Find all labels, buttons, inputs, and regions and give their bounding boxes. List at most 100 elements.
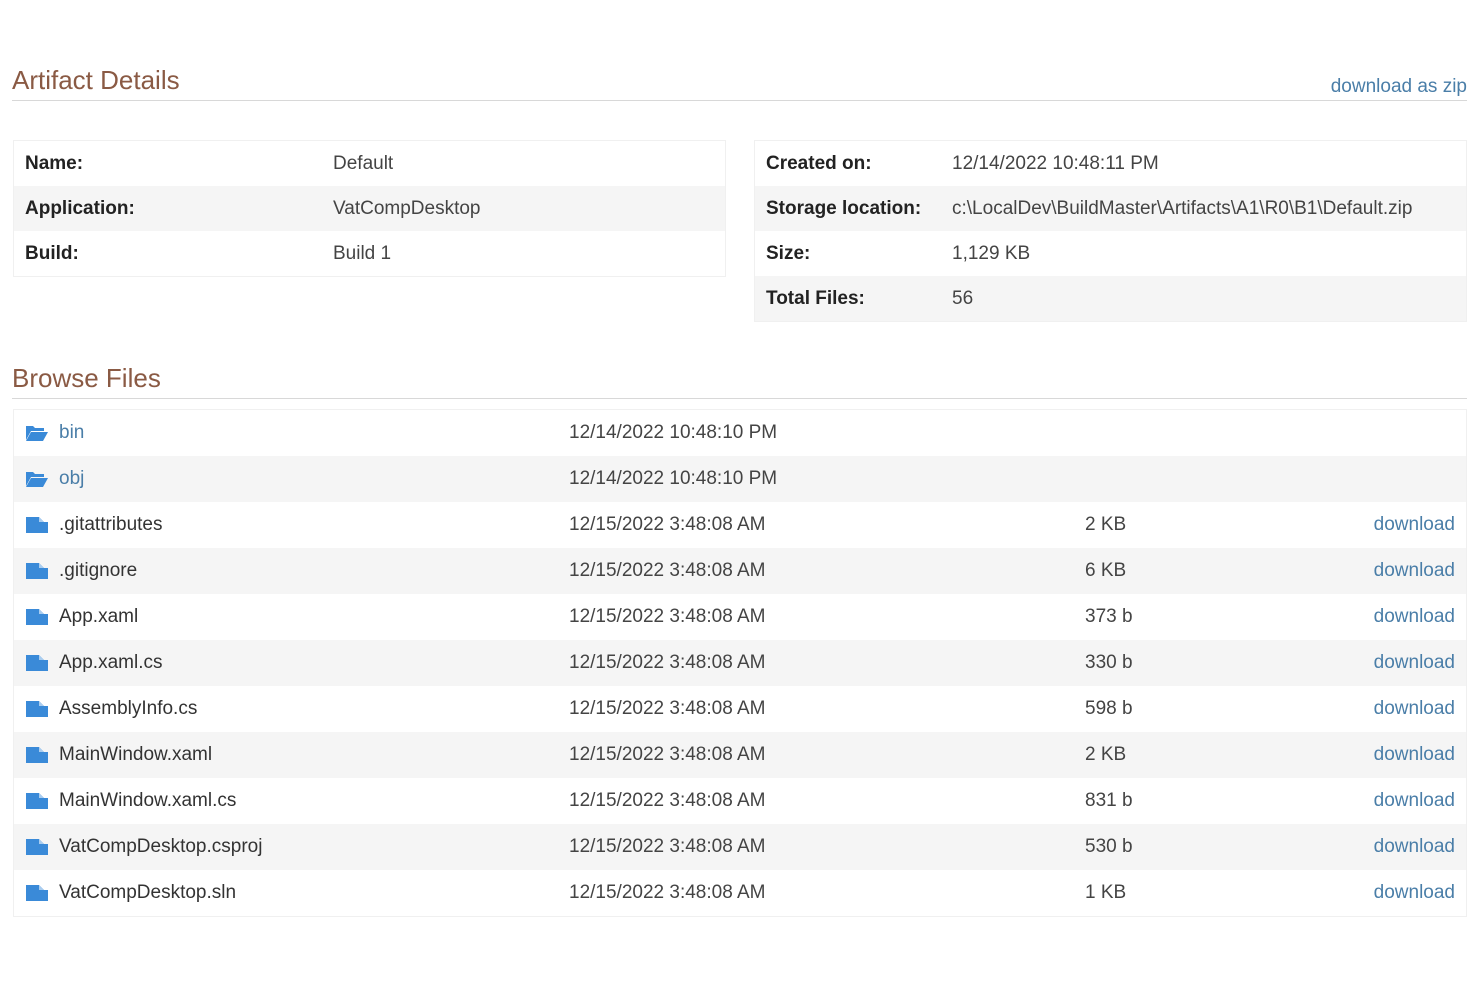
- artifact-details-title: Artifact Details: [12, 65, 180, 95]
- file-size: 6 KB: [1074, 548, 1296, 594]
- download-link[interactable]: download: [1374, 514, 1455, 535]
- file-download-cell: download: [1296, 686, 1467, 732]
- file-size: 1 KB: [1085, 882, 1127, 903]
- detail-value: VatCompDesktop: [322, 186, 726, 231]
- file-name-cell: MainWindow.xaml.cs: [14, 778, 559, 824]
- file-row: MainWindow.xaml.cs 12/15/2022 3:48:08 AM 8…: [14, 778, 1467, 824]
- file-size: 530 b: [1074, 824, 1296, 870]
- download-link[interactable]: download: [1374, 790, 1455, 811]
- file-date: 12/15/2022 3:48:08 AM: [558, 640, 1074, 686]
- detail-row: Storage location: c:\LocalDev\BuildMaster…: [754, 186, 1467, 231]
- file-size: 2 KB: [1074, 732, 1296, 778]
- browse-files-header: Browse Files: [12, 298, 1467, 399]
- detail-row: Build: Build 1: [14, 231, 726, 277]
- file-name: App.xaml: [59, 606, 139, 627]
- download-link[interactable]: download: [1374, 652, 1455, 673]
- file-download-cell: [1296, 410, 1467, 457]
- file-icon: [25, 746, 49, 764]
- file-icon: [25, 700, 49, 718]
- file-size: 2 KB: [1085, 514, 1127, 535]
- file-date: 12/15/2022 3:48:08 AM: [569, 790, 766, 811]
- folder-link[interactable]: obj: [59, 468, 84, 489]
- download-link[interactable]: download: [1374, 882, 1455, 903]
- file-download-cell: download: [1296, 594, 1467, 640]
- file-icon: [25, 654, 49, 672]
- download-link[interactable]: download: [1374, 606, 1455, 627]
- detail-value: 1,129 KB: [952, 242, 1031, 264]
- file-row: MainWindow.xaml 12/15/2022 3:48:08 AM 2 KB…: [13, 732, 1467, 778]
- file-download-cell: download: [1296, 870, 1467, 917]
- download-link[interactable]: download: [1374, 560, 1455, 581]
- browse-files-title: Browse Files: [12, 363, 161, 393]
- file-row: .gitattributes 12/15/2022 3:48:08 AM 2 KB d…: [14, 502, 1467, 548]
- detail-row: Created on: 12/14/2022 10:48:11 PM: [755, 141, 1467, 187]
- file-download-cell: download: [1296, 732, 1467, 778]
- file-date: 12/15/2022 3:48:08 AM: [558, 824, 1074, 870]
- file-name-cell: MainWindow.xaml: [13, 732, 558, 778]
- file-size: [1074, 410, 1296, 457]
- file-row: App.xaml 12/15/2022 3:48:08 AM 373 b downlo…: [14, 594, 1467, 640]
- detail-label: Created on:: [766, 152, 872, 174]
- file-date: 12/15/2022 3:48:08 AM: [569, 698, 766, 719]
- folder-link[interactable]: bin: [59, 422, 84, 443]
- file-date: 12/15/2022 3:48:08 AM: [569, 606, 766, 627]
- folder-row: obj 12/14/2022 10:48:10 PM: [13, 456, 1467, 502]
- file-size: 831 b: [1085, 790, 1133, 811]
- file-download-cell: download: [1296, 640, 1467, 686]
- file-date: 12/15/2022 3:48:08 AM: [569, 514, 766, 535]
- detail-label: Name:: [25, 152, 84, 174]
- artifact-details-header: Artifact Details download as zip: [12, 0, 1467, 101]
- download-link[interactable]: download: [1374, 744, 1455, 765]
- file-icon: [25, 562, 49, 580]
- file-icon: [25, 884, 49, 902]
- file-name: MainWindow.xaml.cs: [59, 790, 237, 811]
- file-name: .gitattributes: [59, 514, 163, 535]
- file-date: 12/15/2022 3:48:08 AM: [558, 548, 1074, 594]
- file-name: MainWindow.xaml: [59, 744, 213, 765]
- detail-label: Application:: [13, 186, 322, 231]
- download-link[interactable]: download: [1374, 836, 1455, 857]
- artifact-details-left-table: Name: Default Application: VatCompDesktop Bu…: [13, 140, 726, 277]
- file-name: VatCompDesktop.csproj: [59, 836, 263, 857]
- file-download-cell: download: [1296, 824, 1467, 870]
- file-download-cell: download: [1296, 502, 1467, 548]
- artifact-details-right-table: Created on: 12/14/2022 10:48:11 PM Storage…: [754, 140, 1467, 322]
- file-row: App.xaml.cs 12/15/2022 3:48:08 AM 330 b dow…: [13, 640, 1467, 686]
- file-size: [1074, 456, 1296, 502]
- file-icon: [25, 516, 49, 534]
- file-icon: [25, 792, 49, 810]
- detail-row: Name: Default: [14, 141, 726, 187]
- download-as-zip-link[interactable]: download as zip: [1331, 76, 1467, 98]
- file-name-cell: .gitignore: [13, 548, 558, 594]
- file-name-cell: obj: [13, 456, 558, 502]
- file-size: 598 b: [1085, 698, 1133, 719]
- folder-open-icon: [25, 424, 49, 442]
- file-date: 12/15/2022 3:48:08 AM: [558, 732, 1074, 778]
- file-name: App.xaml.cs: [59, 652, 163, 673]
- file-download-cell: [1296, 456, 1467, 502]
- file-size: 373 b: [1085, 606, 1133, 627]
- detail-value: Build 1: [333, 242, 392, 264]
- detail-row: Size: 1,129 KB: [755, 231, 1467, 276]
- detail-label: Storage location:: [754, 186, 941, 231]
- download-link[interactable]: download: [1374, 698, 1455, 719]
- folder-row: bin 12/14/2022 10:48:10 PM: [14, 410, 1467, 457]
- detail-label: Build:: [25, 242, 79, 264]
- detail-row: Application: VatCompDesktop: [13, 186, 726, 231]
- file-date: 12/14/2022 10:48:10 PM: [569, 422, 778, 443]
- file-row: .gitignore 12/15/2022 3:48:08 AM 6 KB downl…: [13, 548, 1467, 594]
- file-name: .gitignore: [59, 560, 138, 581]
- file-name-cell: App.xaml: [14, 594, 559, 640]
- detail-value: c:\LocalDev\BuildMaster\Artifacts\A1\R0\…: [941, 186, 1467, 231]
- file-date: 12/14/2022 10:48:10 PM: [558, 456, 1074, 502]
- file-name-cell: bin: [14, 410, 559, 457]
- file-download-cell: download: [1296, 548, 1467, 594]
- files-table: bin 12/14/2022 10:48:10 PM obj 12/14/2022 1…: [13, 409, 1467, 917]
- file-date: 12/15/2022 3:48:08 AM: [569, 882, 766, 903]
- file-icon: [25, 838, 49, 856]
- file-icon: [25, 608, 49, 626]
- file-name-cell: .gitattributes: [14, 502, 559, 548]
- detail-value: Default: [333, 152, 394, 174]
- file-name-cell: AssemblyInfo.cs: [14, 686, 559, 732]
- file-size: 330 b: [1074, 640, 1296, 686]
